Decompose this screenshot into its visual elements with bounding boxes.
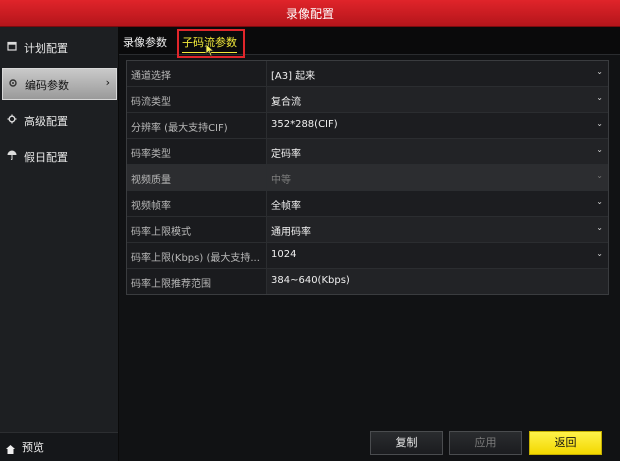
field-label: 视频帧率 — [127, 191, 267, 216]
chevron-down-icon: ⌄ — [596, 249, 603, 258]
encoding-form: 通道选择 [A3] 起来 ⌄ 码流类型 复合流 ⌄ 分辨率 (最大支持CIF) 35… — [126, 60, 609, 295]
chevron-right-icon: › — [105, 76, 110, 89]
field-label: 码率上限推荐范围 — [127, 269, 267, 294]
chevron-down-icon: ⌄ — [596, 67, 603, 76]
field-label: 分辨率 (最大支持CIF) — [127, 113, 267, 138]
form-row-stream-type: 码流类型 复合流 ⌄ — [127, 87, 608, 113]
form-row-resolution: 分辨率 (最大支持CIF) 352*288(CIF) ⌄ — [127, 113, 608, 139]
tab-record-params[interactable]: 录像参数 — [123, 34, 167, 50]
bitrate-cap-mode-select[interactable]: 通用码率 ⌄ — [267, 217, 608, 242]
window-title: 录像配置 — [285, 7, 334, 21]
copy-button[interactable]: 复制 — [370, 431, 443, 455]
title-bar: 录像配置 — [0, 0, 620, 27]
chevron-down-icon: ⌄ — [596, 197, 603, 206]
form-row-channel: 通道选择 [A3] 起来 ⌄ — [127, 61, 608, 87]
stream-type-select[interactable]: 复合流 ⌄ — [267, 87, 608, 112]
field-label: 码率上限模式 — [127, 217, 267, 242]
calendar-icon — [7, 41, 17, 51]
form-row-bitrate-cap-mode: 码率上限模式 通用码率 ⌄ — [127, 217, 608, 243]
tab-label: 录像参数 — [123, 36, 167, 49]
umbrella-icon — [7, 150, 17, 161]
chevron-down-icon: ⌄ — [596, 223, 603, 232]
resolution-select[interactable]: 352*288(CIF) ⌄ — [267, 113, 608, 138]
field-label: 码率类型 — [127, 139, 267, 164]
sidebar-item-encoding[interactable]: 编码参数 › — [2, 68, 117, 100]
gear-icon — [8, 78, 18, 88]
sidebar-item-label: 计划配置 — [24, 42, 68, 55]
field-label: 码率上限(Kbps) (最大支持... — [127, 243, 267, 268]
field-label: 视频质量 — [127, 165, 267, 190]
chevron-down-icon: ⌄ — [596, 171, 603, 180]
home-icon — [5, 440, 16, 459]
bitrate-cap-select[interactable]: 1024 ⌄ — [267, 243, 608, 268]
video-quality-select: 中等 ⌄ — [267, 165, 608, 190]
form-row-video-quality: 视频质量 中等 ⌄ — [127, 165, 608, 191]
sidebar-item-advanced[interactable]: 高级配置 — [2, 105, 115, 135]
apply-button[interactable]: 应用 — [449, 431, 522, 455]
form-row-recommended-range: 码率上限推荐范围 384~640(Kbps) — [127, 269, 608, 294]
sidebar-item-label: 高级配置 — [24, 115, 68, 128]
sidebar-item-holiday[interactable]: 假日配置 — [2, 141, 115, 171]
bitrate-type-select[interactable]: 定码率 ⌄ — [267, 139, 608, 164]
sidebar: 计划配置 编码参数 › 高级配置 假日配置 — [0, 27, 119, 461]
tab-bar: 录像参数 子码流参数 — [119, 27, 620, 55]
sidebar-item-schedule[interactable]: 计划配置 — [2, 32, 115, 62]
settings-icon — [7, 114, 17, 124]
frame-rate-select[interactable]: 全帧率 ⌄ — [267, 191, 608, 216]
chevron-down-icon: ⌄ — [596, 93, 603, 102]
chevron-down-icon: ⌄ — [596, 145, 603, 154]
mouse-cursor-icon — [205, 42, 215, 57]
recommended-range-value: 384~640(Kbps) — [267, 269, 608, 294]
chevron-down-icon: ⌄ — [596, 119, 603, 128]
field-label: 通道选择 — [127, 61, 267, 86]
form-row-bitrate-cap: 码率上限(Kbps) (最大支持... 1024 ⌄ — [127, 243, 608, 269]
form-row-frame-rate: 视频帧率 全帧率 ⌄ — [127, 191, 608, 217]
sidebar-item-label: 编码参数 — [25, 79, 69, 92]
field-label: 码流类型 — [127, 87, 267, 112]
sidebar-item-label: 假日配置 — [24, 151, 68, 164]
channel-select[interactable]: [A3] 起来 ⌄ — [267, 61, 608, 86]
form-row-bitrate-type: 码率类型 定码率 ⌄ — [127, 139, 608, 165]
back-button[interactable]: 返回 — [529, 431, 602, 455]
preview-label: 预览 — [22, 441, 44, 454]
preview-button[interactable]: 预览 — [0, 432, 118, 461]
